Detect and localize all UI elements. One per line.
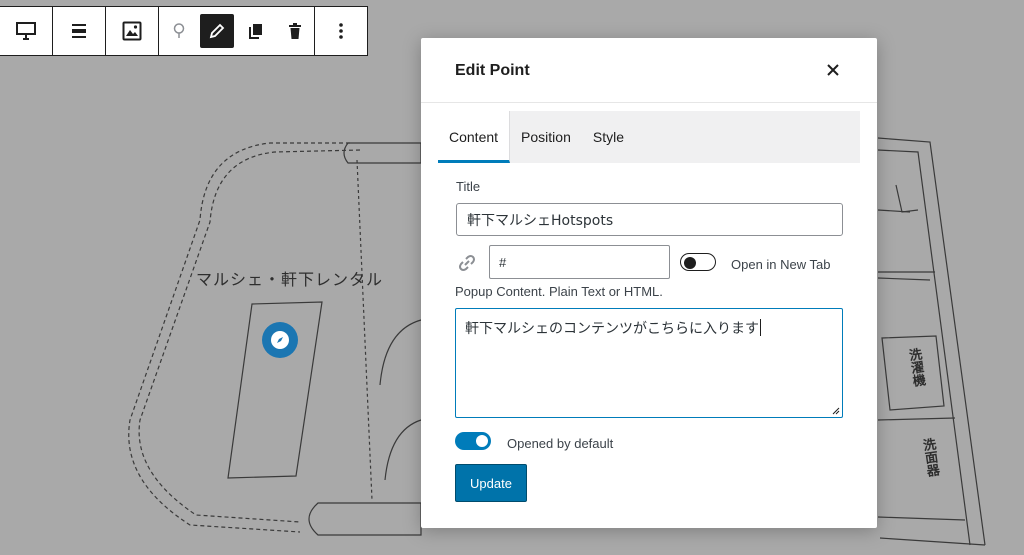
opened-by-default-toggle[interactable] — [455, 432, 491, 450]
link-icon — [456, 252, 478, 274]
toolbar-group-image — [106, 7, 159, 55]
title-field-label: Title — [456, 179, 481, 194]
align-icon[interactable] — [53, 7, 105, 55]
tab-style[interactable]: Style — [582, 111, 635, 163]
more-options-icon[interactable] — [315, 7, 367, 55]
toolbar-group-more — [315, 7, 367, 55]
opened-by-default-label: Opened by default — [507, 436, 614, 451]
modal-title: Edit Point — [455, 62, 530, 79]
close-icon[interactable] — [823, 60, 843, 80]
compass-icon — [271, 331, 289, 349]
popup-content-textarea[interactable]: 軒下マルシェのコンテンツがこちらに入ります — [455, 308, 843, 418]
popup-content-label: Popup Content. Plain Text or HTML. — [455, 284, 663, 299]
update-button[interactable]: Update — [455, 464, 527, 502]
hotspot-marker[interactable] — [262, 322, 298, 358]
toolbar-group-block — [0, 7, 53, 55]
open-new-tab-label: Open in New Tab — [731, 257, 831, 272]
duplicate-icon[interactable] — [236, 7, 275, 55]
modal-header: Edit Point — [421, 38, 877, 103]
trash-icon[interactable] — [275, 7, 314, 55]
modal-tabs: Content Position Style — [438, 111, 860, 163]
block-toolbar — [0, 6, 368, 56]
toolbar-group-point — [159, 7, 315, 55]
edit-pencil-icon[interactable] — [200, 14, 234, 48]
link-url-input[interactable]: # — [489, 245, 670, 279]
pin-icon[interactable] — [159, 7, 198, 55]
tab-position[interactable]: Position — [510, 111, 582, 163]
tab-content[interactable]: Content — [438, 111, 511, 163]
area-label: マルシェ・軒下レンタル — [196, 270, 384, 289]
toolbar-group-align — [53, 7, 106, 55]
title-input[interactable]: 軒下マルシェHotspots — [456, 203, 843, 236]
open-new-tab-toggle[interactable] — [680, 253, 716, 271]
replace-image-icon[interactable] — [106, 7, 158, 55]
resize-grip-icon[interactable] — [832, 407, 840, 415]
hotspot-block-icon[interactable] — [0, 7, 52, 55]
edit-point-modal: Edit Point Content Position Style Title … — [421, 38, 877, 528]
popup-content-text: 軒下マルシェのコンテンツがこちらに入ります — [465, 321, 759, 337]
